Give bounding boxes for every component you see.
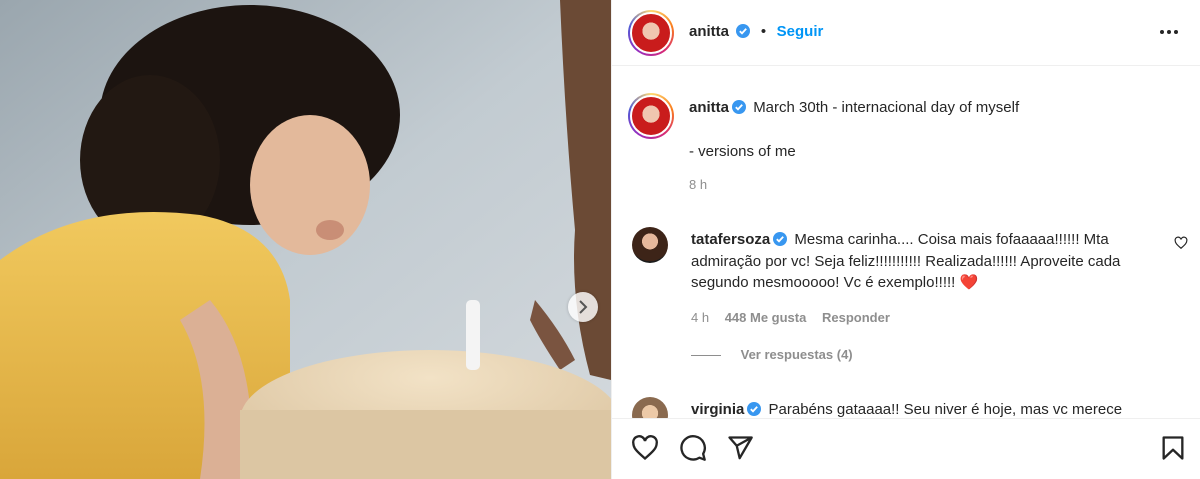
share-icon[interactable] xyxy=(726,434,754,462)
post-photo[interactable] xyxy=(0,0,611,479)
photo-scene xyxy=(0,0,611,479)
commenter-username[interactable]: virginia xyxy=(691,401,744,418)
comment-line-1: tatafersoza Mesma carinha.... Coisa mais… xyxy=(691,229,1166,251)
caption-line-1: anitta March 30th - internacional day of… xyxy=(689,97,1159,119)
verified-badge-icon xyxy=(773,232,788,246)
comment-like-heart-icon[interactable] xyxy=(1174,236,1188,250)
heart-emoji: ❤️ xyxy=(959,274,979,291)
post-side-panel: anitta • Seguir anitta March 30th - inte… xyxy=(611,0,1200,479)
commenter-avatar[interactable] xyxy=(632,397,668,418)
view-replies-label[interactable]: Ver respuestas (4) xyxy=(741,347,853,362)
comment-timestamp[interactable]: 4 h xyxy=(691,310,709,325)
comment-line-1: virginia Parabéns gataaaa!! Seu niver é … xyxy=(691,399,1166,418)
verified-badge-icon xyxy=(736,24,751,38)
bookmark-icon[interactable] xyxy=(1159,434,1187,462)
separator-dot: • xyxy=(760,23,767,40)
comment-text: Mesma carinha.... Coisa mais fofaaaaa!!!… xyxy=(794,231,1109,248)
next-photo-button[interactable] xyxy=(568,292,598,322)
view-replies[interactable]: Ver respuestas (4) xyxy=(691,347,1166,362)
caption-username[interactable]: anitta xyxy=(689,99,729,116)
verified-badge-icon xyxy=(732,100,747,114)
post-actions-bar xyxy=(612,418,1200,479)
replies-divider xyxy=(691,354,721,356)
heart-icon[interactable] xyxy=(631,434,659,462)
comment-meta: 4 h 448 Me gusta Responder xyxy=(691,310,1166,325)
comment-text: Parabéns gataaaa!! Seu niver é hoje, mas… xyxy=(768,401,1123,418)
reply-button[interactable]: Responder xyxy=(822,310,890,325)
comment-item: tatafersoza Mesma carinha.... Coisa mais… xyxy=(691,229,1166,362)
author-avatar[interactable] xyxy=(628,10,674,56)
follow-button[interactable]: Seguir xyxy=(777,23,824,40)
caption: anitta March 30th - internacional day of… xyxy=(689,97,1159,192)
verified-badge-icon xyxy=(747,402,762,416)
comment-text-end: segundo mesmooooo! Vc é exemplo!!!!! xyxy=(691,274,956,291)
post-header: anitta • Seguir xyxy=(612,0,1200,66)
comment-line-2: admiração por vc! Seja feliz!!!!!!!!!!! … xyxy=(691,252,1121,270)
more-options-icon[interactable] xyxy=(1158,24,1180,40)
comments-section[interactable]: anitta March 30th - internacional day of… xyxy=(612,67,1200,418)
chevron-right-icon xyxy=(579,300,588,314)
author-username[interactable]: anitta xyxy=(689,23,729,40)
comment-icon[interactable] xyxy=(679,434,707,462)
caption-author-avatar[interactable] xyxy=(628,93,674,139)
comment-line-3: segundo mesmooooo! Vc é exemplo!!!!! ❤️ xyxy=(691,272,1166,294)
comment-item: virginia Parabéns gataaaa!! Seu niver é … xyxy=(691,399,1166,418)
caption-text: March 30th - internacional day of myself xyxy=(753,99,1020,116)
commenter-avatar[interactable] xyxy=(632,227,668,263)
header-author-line: anitta • Seguir xyxy=(689,23,823,41)
commenter-username[interactable]: tatafersoza xyxy=(691,231,770,248)
caption-timestamp[interactable]: 8 h xyxy=(689,177,1159,192)
caption-line-2: - versions of me xyxy=(689,142,796,160)
comment-likes[interactable]: 448 Me gusta xyxy=(725,310,807,325)
